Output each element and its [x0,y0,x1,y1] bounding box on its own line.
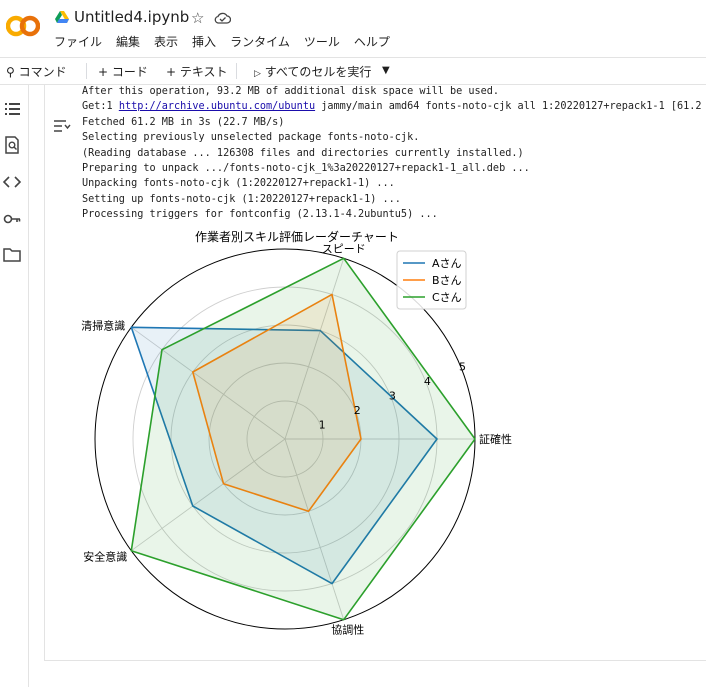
menu-edit[interactable]: 編集 [116,33,140,50]
code-snippets-icon[interactable] [2,173,22,191]
output-line-prefix: Get:1 [82,101,119,113]
key-icon[interactable] [2,210,22,228]
search-icon: ⚲ [6,65,15,79]
find-icon[interactable] [2,136,22,154]
menu-tools[interactable]: ツール [304,33,340,50]
output-line: Setting up fonts-noto-cjk (1:20220127+re… [82,193,401,205]
output-line: Processing triggers for fontconfig (2.13… [82,209,438,221]
folder-icon[interactable] [2,246,22,264]
left-sidebar [0,84,29,687]
menu-runtime[interactable]: ランタイム [230,33,290,50]
cloud-saved-icon[interactable] [214,11,231,24]
command-label: コマンド [18,65,67,79]
drive-icon [55,11,69,23]
star-icon[interactable]: ☆ [191,9,204,27]
output-line: Preparing to unpack .../fonts-noto-cjk_1… [82,163,530,175]
menu-view[interactable]: 表示 [154,33,178,50]
output-line: Selecting previously unselected package … [82,132,420,144]
output-line-suffix: jammy/main amd64 fonts-noto-cjk all 1:20… [315,101,706,113]
toolbar-divider [86,63,87,79]
toolbar: ⚲ コマンド + コード + テキスト ▷ すべてのセルを実行 ▼ [0,57,706,85]
run-all-label: すべてのセルを実行 [264,65,372,79]
archive-link[interactable]: http://archive.ubuntu.com/ubuntu [119,101,315,112]
run-all-button[interactable]: ▷ すべてのセルを実行 [254,63,371,80]
output-actions-icon[interactable] [53,119,71,133]
output-line: Unpacking fonts-noto-cjk (1:20220127+rep… [82,178,395,190]
menu-file[interactable]: ファイル [54,33,102,50]
output-line: (Reading database ... 126308 files and d… [82,147,524,159]
menu-bar: ファイル 編集 表示 挿入 ランタイム ツール ヘルプ [54,33,404,50]
toolbar-divider [236,63,237,79]
output-line: After this operation, 93.2 MB of additio… [82,86,500,97]
menu-help[interactable]: ヘルプ [354,33,390,50]
run-menu-dropdown[interactable]: ▼ [382,65,390,76]
command-palette-button[interactable]: ⚲ コマンド [6,63,67,80]
menu-insert[interactable]: 挿入 [192,33,216,50]
add-code-button[interactable]: + コード [98,63,148,80]
play-icon: ▷ [254,69,261,79]
output-line: Get:1 http://archive.ubuntu.com/ubuntu j… [82,99,706,114]
add-text-button[interactable]: + テキスト [166,63,228,80]
output-line: Fetched 61.2 MB in 3s (22.7 MB/s) [82,116,285,128]
colab-logo-icon[interactable] [6,13,40,39]
header-bar: Untitled4.ipynb ☆ ファイル 編集 表示 挿入 ランタイム ツー… [0,0,706,56]
notebook-title[interactable]: Untitled4.ipynb [74,8,189,26]
table-of-contents-icon[interactable] [2,100,22,118]
cell-output-text: After this operation, 93.2 MB of additio… [82,84,706,223]
